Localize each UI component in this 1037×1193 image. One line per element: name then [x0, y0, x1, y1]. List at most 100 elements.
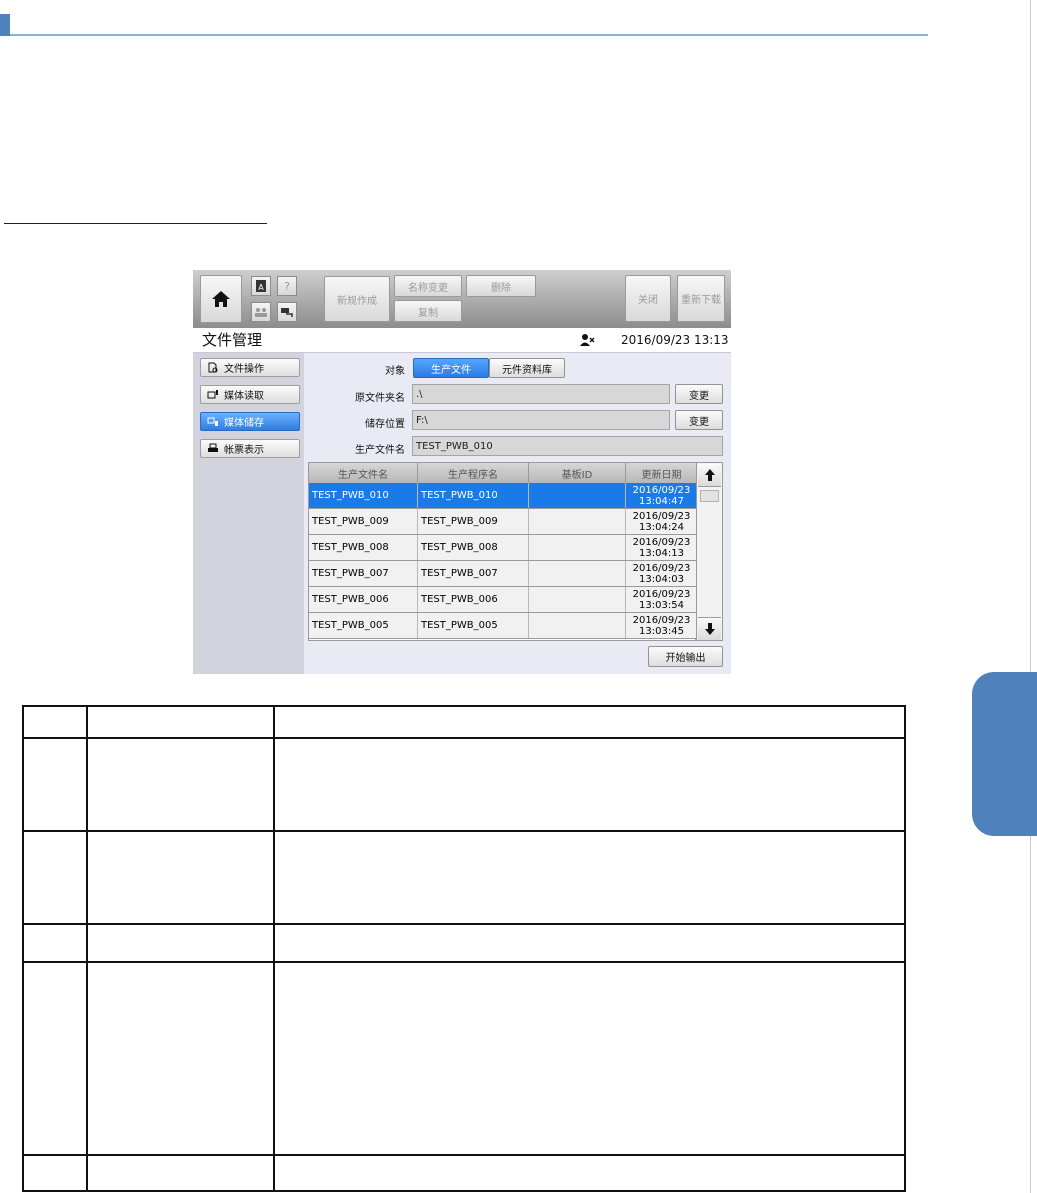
- datetime: 2016/09/23 13:13: [621, 333, 729, 347]
- target-library-button[interactable]: 元件资料库: [489, 358, 565, 378]
- page-title: 文件管理: [202, 331, 263, 349]
- redownload-button[interactable]: 重新下载: [677, 275, 725, 322]
- users-icon: [255, 308, 267, 317]
- cell-board-id: [529, 483, 626, 508]
- language-button[interactable]: A: [251, 276, 271, 296]
- cell-date: 2016/09/23 13:03:54: [626, 587, 697, 612]
- svg-text:A: A: [258, 283, 264, 292]
- nav-item-label: 帐票表示: [224, 445, 264, 456]
- col-header-file[interactable]: 生产文件名: [309, 463, 418, 483]
- table-row[interactable]: TEST_PWB_006 TEST_PWB_006 2016/09/23 13:0…: [309, 587, 697, 613]
- copy-button[interactable]: 复制: [394, 300, 462, 322]
- table-row: [22, 960, 906, 1156]
- table-scrollbar[interactable]: [696, 462, 723, 641]
- cell-date-day: 2016/09/23: [632, 562, 691, 574]
- table-cell: [86, 830, 275, 926]
- target-label: 对象: [385, 366, 405, 377]
- nav-item-media-read[interactable]: 媒体读取: [200, 385, 300, 404]
- table-cell: [273, 830, 906, 926]
- table-row[interactable]: TEST_PWB_009 TEST_PWB_009 2016/09/23 13:0…: [309, 509, 697, 535]
- cell-date-day: 2016/09/23: [632, 484, 691, 496]
- nav-item-label: 媒体储存: [224, 418, 264, 429]
- cell-board-id: [529, 509, 626, 534]
- table-row[interactable]: TEST_PWB_010 TEST_PWB_010 2016/09/23 13:0…: [309, 483, 697, 509]
- cell-file: TEST_PWB_007: [309, 561, 418, 586]
- cell-board-id: [529, 561, 626, 586]
- table-cell: [22, 923, 88, 963]
- nav-item-report-view[interactable]: 帐票表示: [200, 439, 300, 458]
- cell-board-id: [529, 613, 626, 638]
- cell-file: TEST_PWB_006: [309, 587, 418, 612]
- change-location-button[interactable]: 变更: [675, 410, 723, 430]
- home-button[interactable]: [200, 275, 242, 323]
- table-cell: [273, 704, 906, 740]
- file-manager-screenshot: A ? 新规作成 名称变更 删除 复制 关闭 重新下载 文件管理 2016/09…: [193, 270, 731, 674]
- change-source-button[interactable]: 变更: [675, 384, 723, 404]
- title-bar: 文件管理 2016/09/23 13:13: [193, 328, 731, 353]
- table-cell: [273, 737, 906, 833]
- users-button[interactable]: [251, 302, 271, 322]
- save-location-label: 储存位置: [365, 419, 405, 430]
- scroll-thumb[interactable]: [700, 490, 719, 502]
- table-cell: [22, 1153, 88, 1193]
- start-output-button[interactable]: 开始输出: [648, 646, 723, 667]
- cell-program: TEST_PWB_010: [418, 483, 529, 508]
- table-row: [22, 923, 906, 963]
- transfer-icon: [281, 308, 293, 317]
- col-header-date[interactable]: 更新日期: [626, 463, 697, 483]
- delete-button[interactable]: 删除: [466, 275, 536, 297]
- language-icon: A: [256, 280, 266, 292]
- table-row[interactable]: TEST_PWB_005 TEST_PWB_005 2016/09/23 13:0…: [309, 613, 697, 639]
- description-table: [22, 704, 906, 1193]
- cell-file: TEST_PWB_008: [309, 535, 418, 560]
- section-marker: [0, 14, 10, 36]
- file-table: 生产文件名 生产程序名 基板ID 更新日期 TEST_PWB_010 TEST_…: [308, 462, 697, 641]
- nav-item-label: 文件操作: [224, 364, 264, 375]
- table-cell: [86, 704, 275, 740]
- save-location-field[interactable]: F:\: [412, 410, 670, 430]
- chapter-tab: [972, 672, 1037, 836]
- close-button[interactable]: 关闭: [625, 275, 671, 322]
- nav-item-label: 媒体读取: [224, 391, 264, 402]
- nav-item-media-save[interactable]: 媒体储存: [200, 412, 300, 431]
- production-file-field[interactable]: TEST_PWB_010: [412, 436, 723, 456]
- cell-program: TEST_PWB_007: [418, 561, 529, 586]
- scroll-down-button[interactable]: [698, 617, 721, 640]
- target-production-button[interactable]: 生产文件: [413, 358, 489, 378]
- cell-date: 2016/09/23 13:04:03: [626, 561, 697, 586]
- cell-program: TEST_PWB_008: [418, 535, 529, 560]
- table-row: [22, 1153, 906, 1193]
- arrow-down-icon: [704, 623, 715, 635]
- table-cell: [22, 960, 88, 1156]
- arrow-up-icon: [704, 469, 715, 481]
- home-icon: [212, 291, 230, 307]
- table-row[interactable]: TEST_PWB_008 TEST_PWB_008 2016/09/23 13:0…: [309, 535, 697, 561]
- table-row[interactable]: TEST_PWB_007 TEST_PWB_007 2016/09/23 13:0…: [309, 561, 697, 587]
- cell-date-day: 2016/09/23: [632, 614, 691, 626]
- source-folder-label: 原文件夹名: [355, 393, 405, 404]
- rename-button[interactable]: 名称变更: [394, 275, 462, 297]
- table-cell: [273, 923, 906, 963]
- user-icon: [580, 334, 595, 346]
- cell-date: 2016/09/23 13:04:24: [626, 509, 697, 534]
- table-cell: [273, 960, 906, 1156]
- cell-date-time: 13:04:24: [639, 521, 684, 533]
- new-button[interactable]: 新规作成: [324, 276, 390, 322]
- media-save-icon: [207, 417, 218, 426]
- source-folder-field[interactable]: .\: [412, 384, 670, 404]
- nav-item-file-operation[interactable]: 文件操作: [200, 358, 300, 377]
- cell-file: TEST_PWB_010: [309, 483, 418, 508]
- page-edge-rule: [1030, 0, 1031, 1193]
- table-row: [22, 830, 906, 926]
- cell-date-day: 2016/09/23: [632, 588, 691, 600]
- file-icon: [208, 362, 218, 373]
- scroll-up-button[interactable]: [698, 464, 721, 487]
- help-button[interactable]: ?: [277, 276, 297, 296]
- transfer-button[interactable]: [277, 302, 297, 322]
- cell-program: TEST_PWB_009: [418, 509, 529, 534]
- col-header-board-id[interactable]: 基板ID: [529, 463, 626, 483]
- col-header-program[interactable]: 生产程序名: [418, 463, 529, 483]
- table-cell: [22, 704, 88, 740]
- cell-date: 2016/09/23 13:04:13: [626, 535, 697, 560]
- cell-date: 2016/09/23 13:03:45: [626, 613, 697, 638]
